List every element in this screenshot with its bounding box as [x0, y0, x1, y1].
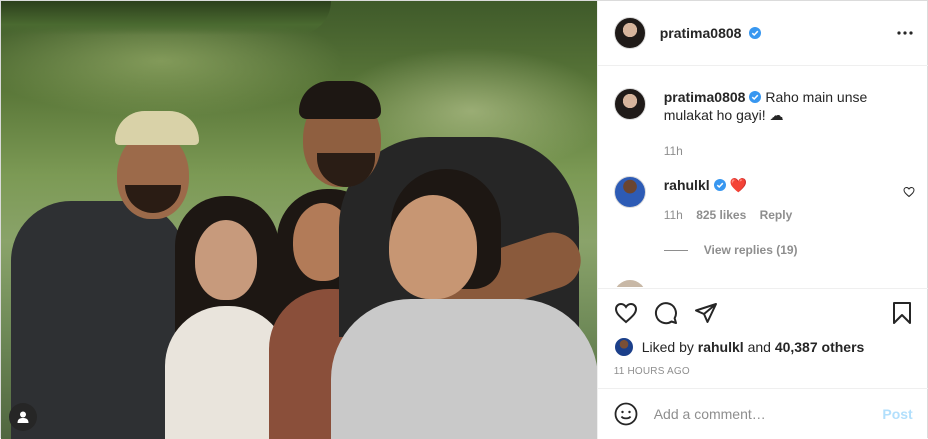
comment-bubble-icon[interactable]: [654, 301, 678, 325]
author-username[interactable]: pratima0808: [660, 25, 742, 41]
comment-item: rahulkl ❤️ 11h 825 likes Reply: [613, 176, 914, 222]
post-header: pratima0808: [597, 1, 928, 66]
post-photo[interactable]: [1, 1, 597, 439]
emoji-smiley-icon[interactable]: [614, 402, 638, 426]
author-avatar[interactable]: [613, 17, 646, 49]
person-front-right: [331, 169, 597, 439]
likes-summary: Liked by rahulkl and 40,387 others: [613, 337, 865, 357]
view-replies-button[interactable]: View replies (19): [663, 243, 798, 257]
post-timestamp[interactable]: 11 HOURS AGO: [614, 366, 690, 377]
like-heart-icon[interactable]: [614, 301, 638, 325]
commenter-avatar[interactable]: [613, 176, 646, 208]
verified-badge-icon: [749, 91, 762, 103]
comment-input[interactable]: Add a comment…: [654, 406, 883, 422]
comment-text: ❤️: [729, 177, 747, 193]
save-bookmark-icon[interactable]: [890, 301, 914, 325]
more-horizontal-icon: [897, 31, 913, 35]
verified-badge-icon: [749, 27, 762, 39]
likes-joiner: and: [747, 339, 771, 355]
post-actions: Liked by rahulkl and 40,387 others 11 HO…: [597, 288, 928, 388]
comment-likes[interactable]: 825 likes: [696, 208, 746, 222]
more-options-button[interactable]: [893, 21, 917, 45]
commenter-username[interactable]: rahulkl: [664, 177, 710, 193]
comment-time: 11h: [663, 208, 683, 222]
likes-others[interactable]: 40,387 others: [775, 339, 865, 355]
replies-line: [663, 249, 688, 251]
post-side-panel: pratima0808 pratima0808 Raho main unse m…: [596, 1, 928, 439]
liker-avatar[interactable]: [613, 337, 634, 357]
verified-badge-icon: [713, 179, 726, 191]
comment-like-heart-icon[interactable]: [903, 186, 915, 198]
comments-list[interactable]: pratima0808 Raho main unse mulakat ho ga…: [598, 66, 928, 287]
share-paper-plane-icon[interactable]: [694, 301, 718, 325]
caption-body: pratima0808 Raho main unse mulakat ho ga…: [664, 88, 904, 158]
view-replies-label: View replies (19): [703, 243, 798, 257]
post-comment-button[interactable]: Post: [882, 406, 912, 422]
caption-avatar[interactable]: [613, 88, 646, 120]
likes-first-user[interactable]: rahulkl: [698, 339, 744, 355]
likes-prefix: Liked by: [641, 339, 694, 355]
comment-meta: 11h 825 likes Reply: [664, 208, 904, 222]
author-name-wrap: pratima0808: [660, 25, 762, 41]
caption: pratima0808 Raho main unse mulakat ho ga…: [613, 88, 914, 158]
user-icon: [17, 411, 29, 423]
comment-text-line: rahulkl ❤️: [664, 176, 904, 194]
caption-time: 11h: [663, 144, 683, 158]
shoreline: [1, 1, 331, 35]
caption-text-line: pratima0808 Raho main unse mulakat ho ga…: [664, 88, 904, 124]
reply-button[interactable]: Reply: [760, 208, 793, 222]
tagged-users-button[interactable]: [9, 403, 37, 431]
instagram-post: pratima0808 pratima0808 Raho main unse m…: [0, 0, 928, 439]
action-icons: [598, 289, 928, 337]
caption-username[interactable]: pratima0808: [664, 89, 746, 105]
add-comment-bar: Add a comment… Post: [597, 388, 928, 439]
next-comment-avatar: [613, 280, 646, 287]
comment-body: rahulkl ❤️ 11h 825 likes Reply: [664, 176, 904, 222]
